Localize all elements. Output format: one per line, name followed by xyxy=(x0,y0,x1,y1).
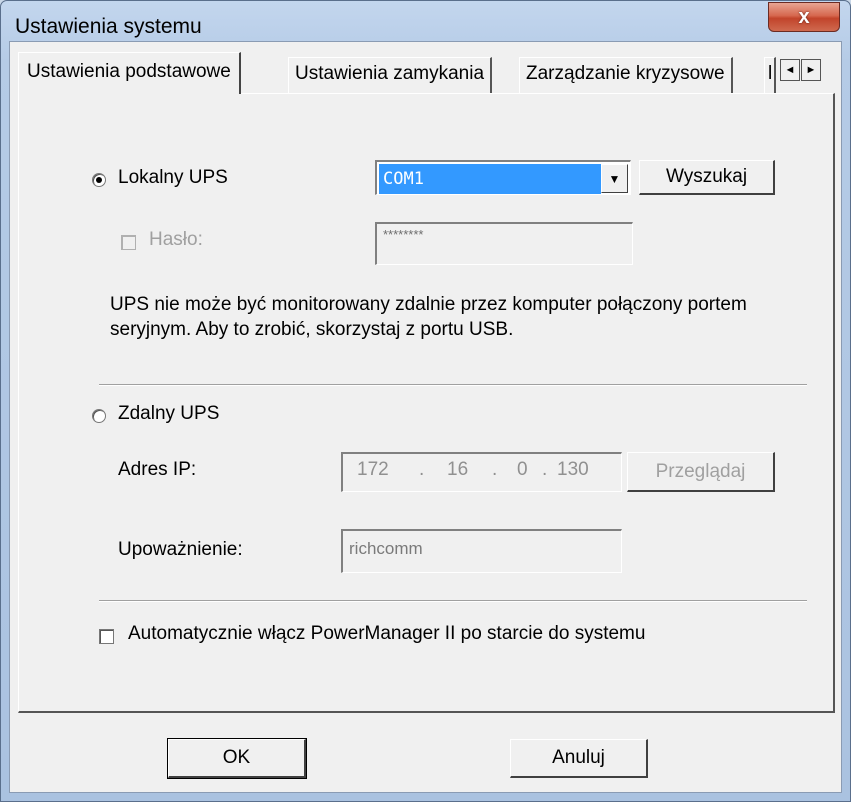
password-value: ******** xyxy=(383,227,424,242)
authorization-field[interactable]: richcomm xyxy=(341,529,622,573)
port-combobox[interactable]: COM1 ▼ xyxy=(375,160,631,195)
autostart-checkbox[interactable] xyxy=(99,629,114,644)
ip-dot-1: . xyxy=(419,459,425,480)
tab-strip: Ustawienia podstawowe Ustawienia zamykan… xyxy=(10,42,841,94)
tab-scroll-left-button[interactable]: ◄ xyxy=(780,59,800,81)
close-button[interactable]: x xyxy=(768,2,840,32)
ok-button[interactable]: OK xyxy=(167,738,307,779)
ip-octet-4: 130 xyxy=(557,459,589,480)
close-icon: x xyxy=(798,6,810,28)
local-ups-radio[interactable] xyxy=(92,173,106,187)
password-field[interactable]: ******** xyxy=(375,222,633,265)
tab-crisis-management[interactable]: Zarządzanie kryzysowe xyxy=(519,57,733,93)
ip-octet-1: 172 xyxy=(357,459,389,480)
cancel-button[interactable]: Anuluj xyxy=(510,739,648,778)
password-label: Hasło: xyxy=(149,229,203,250)
autostart-label[interactable]: Automatycznie włącz PowerManager II po s… xyxy=(128,623,645,645)
ip-octet-3: 0 xyxy=(517,459,528,480)
browse-button[interactable]: Przeglądaj xyxy=(627,452,775,492)
title-bar[interactable]: Ustawienia systemu x xyxy=(1,1,850,41)
tab-shutdown-settings[interactable]: Ustawienia zamykania xyxy=(288,57,493,93)
local-ups-label[interactable]: Lokalny UPS xyxy=(118,167,228,189)
ip-dot-3: . xyxy=(542,459,548,480)
search-button[interactable]: Wyszukaj xyxy=(639,160,775,195)
arrow-left-icon: ◄ xyxy=(784,64,796,76)
tab-panel-basic: Lokalny UPS COM1 ▼ Wyszukaj Hasło: *****… xyxy=(18,93,835,713)
tab-scroll-right-button[interactable]: ► xyxy=(801,59,821,81)
remote-ups-radio[interactable] xyxy=(92,409,106,423)
ip-octet-2: 16 xyxy=(447,459,469,480)
dialog-window: Ustawienia systemu x Ustawienia podstawo… xyxy=(0,0,851,802)
password-checkbox[interactable] xyxy=(121,235,136,250)
port-dropdown-button[interactable]: ▼ xyxy=(601,164,628,193)
window-title: Ustawienia systemu xyxy=(15,15,202,38)
radio-selected-dot xyxy=(96,177,102,183)
tab-truncated[interactable]: l xyxy=(764,57,777,93)
ip-address-field[interactable]: 172 . 16 . 0 . 130 xyxy=(341,452,622,492)
separator-top xyxy=(99,384,807,386)
port-selected-value: COM1 xyxy=(379,164,601,194)
arrow-right-icon: ► xyxy=(805,64,817,76)
separator-bottom xyxy=(99,600,807,602)
tab-basic-settings[interactable]: Ustawienia podstawowe xyxy=(18,52,241,94)
authorization-label: Upoważnienie: xyxy=(118,539,243,560)
authorization-value: richcomm xyxy=(349,539,423,558)
remote-ups-label[interactable]: Zdalny UPS xyxy=(118,403,219,425)
ip-address-label: Adres IP: xyxy=(118,459,197,480)
chevron-down-icon: ▼ xyxy=(608,171,621,186)
serial-port-note: UPS nie może być monitorowany zdalnie pr… xyxy=(110,294,747,340)
ip-dot-2: . xyxy=(492,459,498,480)
dialog-client-area: Ustawienia podstawowe Ustawienia zamykan… xyxy=(9,41,842,793)
